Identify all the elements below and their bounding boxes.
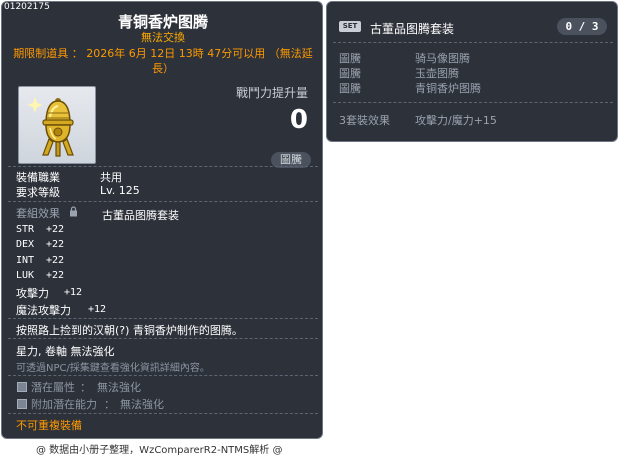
divider <box>333 102 613 103</box>
job-label: 裝備職業 <box>16 171 60 184</box>
item-icon-frame <box>18 86 96 164</box>
item-description: 按照路上捡到的汉朝(?) 青铜香炉制作的图腾。 <box>16 324 243 337</box>
bonus-potential-label: 附加潛在能力 <box>31 398 97 411</box>
stat-name: DEX <box>16 239 35 250</box>
stat-name: STR <box>16 224 35 235</box>
potential-colon: ： <box>80 381 91 394</box>
footer-credit: @ 数据由小册子整理，WzComparerR2-NTMS解析 @ <box>36 445 283 456</box>
divider <box>8 166 318 167</box>
bonus-potential-value: 無法強化 <box>120 398 164 411</box>
potential-label: 潛在屬性 <box>31 381 75 394</box>
trade-status: 無法交換 <box>141 31 185 44</box>
set-effect-label: 套組效果 <box>16 207 60 220</box>
divider <box>8 201 318 202</box>
bronze-censer-icon <box>27 97 74 157</box>
bonus-potential-icon <box>17 399 27 409</box>
set-piece-type: 圖騰 <box>339 82 361 95</box>
lock-icon <box>70 206 77 217</box>
stat-name: LUK <box>16 270 35 281</box>
set-name: 古董品图腾套装 <box>102 209 179 222</box>
level-label: 要求等級 <box>16 186 60 199</box>
divider <box>8 413 318 414</box>
divider <box>8 375 318 376</box>
divider <box>8 318 318 319</box>
stat-value: +22 <box>46 255 65 266</box>
set-title: 古董品图腾套装 <box>370 22 455 36</box>
stat-value: +22 <box>46 270 65 281</box>
bonus-potential-colon: ： <box>104 398 115 411</box>
set-piece-type: 圖騰 <box>339 67 361 80</box>
set-piece-name: 玉壶图腾 <box>415 67 459 80</box>
potential-icon <box>17 382 27 392</box>
job-value: 共用 <box>100 171 122 184</box>
divider <box>333 42 613 43</box>
expiry-period: 期限制道具 ： 2026年 6月 12日 13時 47分可以用 （無法延長） <box>13 47 313 75</box>
potential-value: 無法強化 <box>97 381 141 394</box>
npc-hint: 可透過NPC/採集鍵查看強化資訊詳細內容。 <box>16 363 210 374</box>
item-tooltip: 01202175 青铜香炉图腾 無法交換 期限制道具 ： 2026年 6月 12… <box>1 1 323 439</box>
stat-value: +22 <box>46 239 65 250</box>
stat-value: +12 <box>64 287 83 298</box>
enhance-status: 星力, 卷軸 無法強化 <box>16 345 115 358</box>
set-count: 0 / 3 <box>557 18 607 35</box>
stat-name: INT <box>16 255 35 266</box>
stat-value: +22 <box>46 224 65 235</box>
level-value: Lv. 125 <box>100 184 140 197</box>
stat-name: 攻擊力 <box>16 287 49 300</box>
set-piece-type: 圖騰 <box>339 52 361 65</box>
divider <box>8 338 318 339</box>
set-effect-tier: 3套裝效果 <box>339 114 390 127</box>
no-duplicate-notice: 不可重複裝備 <box>16 419 82 432</box>
stat-value: +12 <box>88 304 107 315</box>
combat-power-label: 戰鬥力提升量 <box>235 86 308 100</box>
set-effect-value: 攻擊力/魔力+15 <box>415 114 497 127</box>
set-piece-name: 青铜香炉图腾 <box>415 82 481 95</box>
stat-name: 魔法攻擊力 <box>16 304 71 317</box>
set-piece-name: 骑马像图腾 <box>415 52 470 65</box>
set-info-panel: SET 古董品图腾套装 0 / 3 圖騰 骑马像图腾 圖騰 玉壶图腾 圖騰 青铜… <box>326 1 618 142</box>
combat-power-value: 0 <box>289 105 308 135</box>
set-badge: SET <box>339 21 361 32</box>
